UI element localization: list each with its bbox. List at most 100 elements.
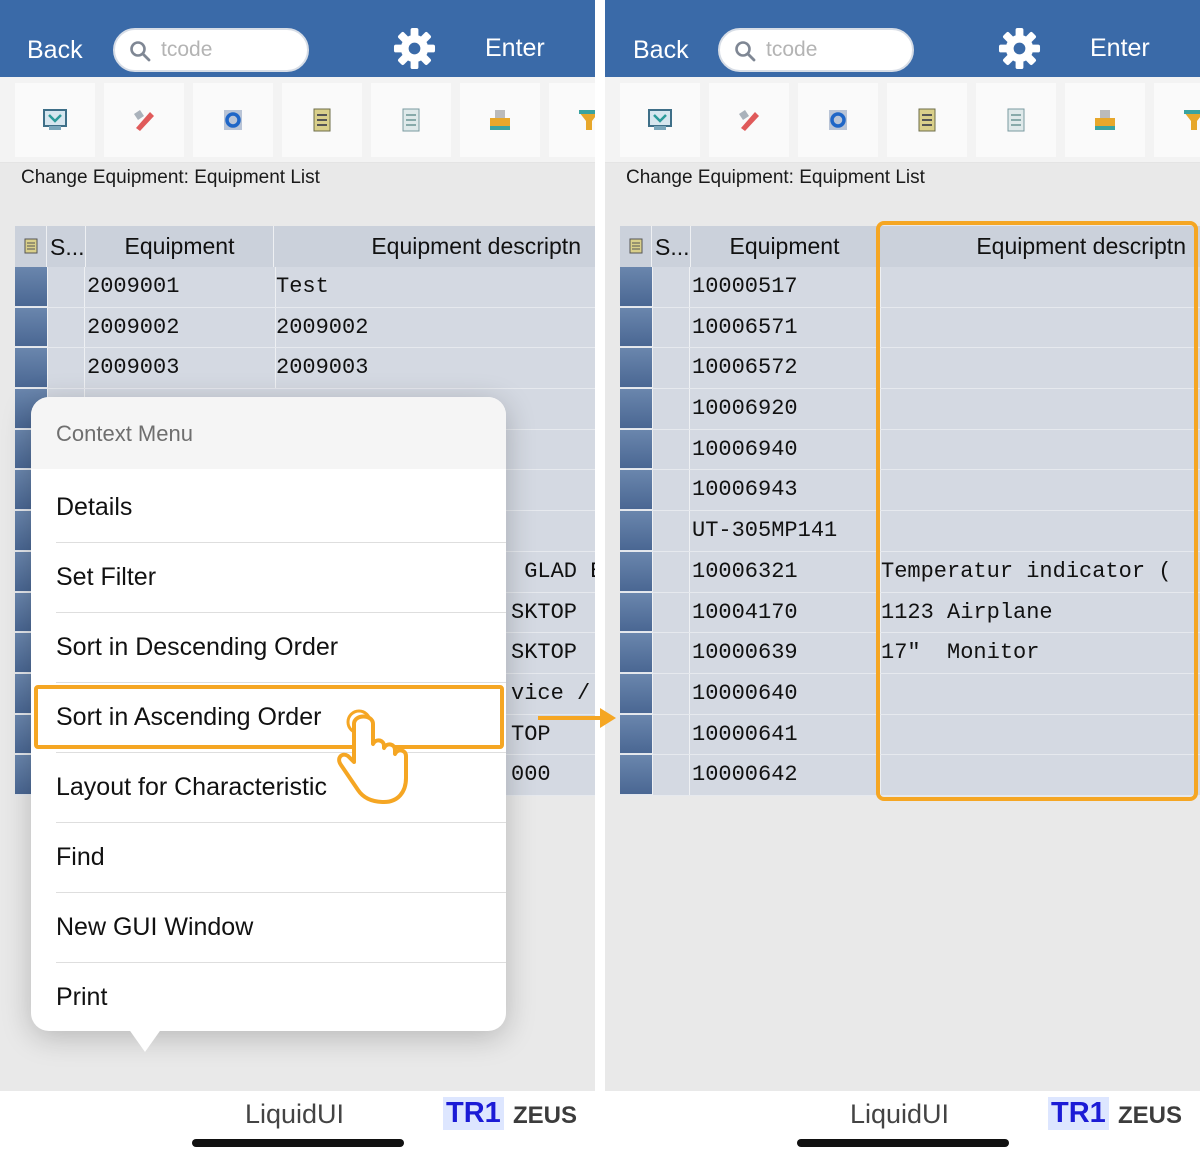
menu-item-new-gui-window[interactable]: New GUI Window bbox=[31, 893, 506, 963]
row-selector[interactable] bbox=[620, 470, 652, 511]
gear-icon[interactable] bbox=[393, 27, 436, 70]
column-header-status[interactable]: S... bbox=[50, 234, 85, 261]
tcode-input[interactable] bbox=[766, 36, 901, 64]
equipment-cell[interactable]: 10000517 bbox=[692, 267, 878, 307]
column-header-equipment[interactable]: Equipment bbox=[690, 226, 878, 267]
description-cell[interactable]: Test bbox=[275, 267, 595, 307]
status-cell bbox=[652, 389, 690, 429]
row-selector[interactable] bbox=[620, 348, 652, 389]
row-selector[interactable] bbox=[620, 307, 652, 348]
menu-item-layout-characteristic[interactable]: Layout for Characteristic bbox=[31, 753, 506, 823]
tcode-input[interactable] bbox=[161, 36, 296, 64]
row-selector[interactable] bbox=[620, 389, 652, 429]
status-cell bbox=[652, 673, 690, 714]
menu-item-sort-descending[interactable]: Sort in Descending Order bbox=[31, 613, 506, 683]
equipment-cell[interactable]: UT-305MP141 bbox=[692, 511, 878, 551]
menu-item-print[interactable]: Print bbox=[31, 963, 506, 1033]
back-button[interactable]: Back bbox=[27, 36, 83, 65]
row-selector[interactable] bbox=[15, 267, 47, 307]
toolbar-document-button[interactable] bbox=[371, 83, 451, 157]
row-selector[interactable] bbox=[620, 511, 652, 551]
equipment-cell[interactable]: 10006572 bbox=[692, 348, 878, 388]
equipment-cell[interactable]: 10006943 bbox=[692, 470, 878, 510]
row-selector[interactable] bbox=[620, 673, 652, 714]
row-selector[interactable] bbox=[620, 633, 652, 673]
table-row[interactable]: 2009003 2009003 bbox=[15, 348, 595, 390]
toolbar-list-button[interactable] bbox=[282, 83, 362, 157]
toolbar-filter-button[interactable] bbox=[549, 83, 595, 157]
description-cell[interactable] bbox=[511, 511, 595, 551]
row-selector[interactable] bbox=[620, 429, 652, 470]
column-header-status[interactable]: S... bbox=[655, 234, 690, 261]
toolbar-print-button[interactable] bbox=[1065, 83, 1145, 157]
menu-item-set-filter[interactable]: Set Filter bbox=[31, 543, 506, 613]
enter-button[interactable]: Enter bbox=[1090, 34, 1150, 63]
status-cell bbox=[47, 307, 85, 348]
status-cell bbox=[652, 633, 690, 673]
toolbar-display-button[interactable] bbox=[15, 83, 95, 157]
menu-item-label: Layout for Characteristic bbox=[56, 773, 327, 801]
equipment-cell[interactable]: 10006940 bbox=[692, 430, 878, 470]
description-cell[interactable]: GLAD E bbox=[511, 552, 595, 592]
column-header-equipment[interactable]: Equipment bbox=[85, 226, 273, 267]
select-all-cell[interactable] bbox=[15, 226, 47, 267]
description-cell[interactable]: 2009003 bbox=[275, 348, 595, 389]
equipment-cell[interactable]: 10000640 bbox=[692, 674, 878, 714]
description-cell[interactable] bbox=[511, 389, 595, 429]
description-cell[interactable]: SKTOP bbox=[511, 593, 595, 633]
host-label: ZEUS bbox=[1118, 1102, 1183, 1129]
toolbar-display-button[interactable] bbox=[620, 83, 700, 157]
equipment-cell[interactable]: 10006321 bbox=[692, 552, 878, 592]
description-cell[interactable] bbox=[511, 470, 595, 510]
host-label: ZEUS bbox=[513, 1102, 578, 1129]
select-all-cell[interactable] bbox=[620, 226, 652, 267]
column-header-description[interactable]: Equipment descriptn bbox=[273, 226, 595, 267]
equipment-cell[interactable]: 10000642 bbox=[692, 755, 878, 795]
description-cell[interactable]: 2009002 bbox=[275, 307, 595, 348]
row-selector[interactable] bbox=[15, 348, 47, 389]
row-selector[interactable] bbox=[620, 267, 652, 307]
toolbar-edit-button[interactable] bbox=[709, 83, 789, 157]
select-all-icon bbox=[24, 238, 38, 254]
tcode-search[interactable] bbox=[113, 28, 309, 72]
toolbar-filter-button[interactable] bbox=[1154, 83, 1200, 157]
home-indicator[interactable] bbox=[797, 1139, 1009, 1147]
screen-title: Change Equipment: Equipment List bbox=[626, 167, 925, 188]
menu-item-details[interactable]: Details bbox=[31, 473, 506, 543]
toolbar-print-button[interactable] bbox=[460, 83, 540, 157]
back-button[interactable]: Back bbox=[633, 36, 689, 65]
toolbar-refresh-button[interactable] bbox=[193, 83, 273, 157]
table-row[interactable]: 2009001 Test bbox=[15, 267, 595, 308]
status-cell bbox=[652, 511, 690, 551]
table-row[interactable]: 2009002 2009002 bbox=[15, 307, 595, 349]
description-cell[interactable] bbox=[511, 430, 595, 470]
equipment-cell[interactable]: 10006920 bbox=[692, 389, 878, 429]
home-indicator[interactable] bbox=[192, 1139, 404, 1147]
brand-label: LiquidUI bbox=[245, 1099, 345, 1129]
enter-button[interactable]: Enter bbox=[485, 34, 545, 63]
status-bar: LiquidUI TR1 ZEUS bbox=[605, 1091, 1200, 1161]
toolbar-document-button[interactable] bbox=[976, 83, 1056, 157]
menu-item-find[interactable]: Find bbox=[31, 823, 506, 893]
equipment-cell[interactable]: 10000639 bbox=[692, 633, 878, 673]
row-selector[interactable] bbox=[620, 592, 652, 633]
equipment-cell[interactable]: 2009003 bbox=[87, 348, 273, 388]
equipment-cell[interactable]: 10000641 bbox=[692, 715, 878, 755]
equipment-cell[interactable]: 10004170 bbox=[692, 593, 878, 633]
toolbar-edit-button[interactable] bbox=[104, 83, 184, 157]
row-selector[interactable] bbox=[620, 755, 652, 795]
description-cell[interactable]: SKTOP bbox=[511, 633, 595, 673]
equipment-cell[interactable]: 2009002 bbox=[87, 308, 273, 348]
row-selector[interactable] bbox=[15, 307, 47, 348]
tcode-search[interactable] bbox=[718, 28, 914, 72]
toolbar-list-button[interactable] bbox=[887, 83, 967, 157]
status-cell bbox=[652, 348, 690, 389]
equipment-cell[interactable]: 2009001 bbox=[87, 267, 273, 307]
description-cell[interactable]: 000 bbox=[511, 755, 595, 795]
gear-icon[interactable] bbox=[998, 27, 1041, 70]
toolbar bbox=[605, 77, 1200, 163]
row-selector[interactable] bbox=[620, 714, 652, 755]
equipment-cell[interactable]: 10006571 bbox=[692, 308, 878, 348]
row-selector[interactable] bbox=[620, 551, 652, 592]
toolbar-refresh-button[interactable] bbox=[798, 83, 878, 157]
